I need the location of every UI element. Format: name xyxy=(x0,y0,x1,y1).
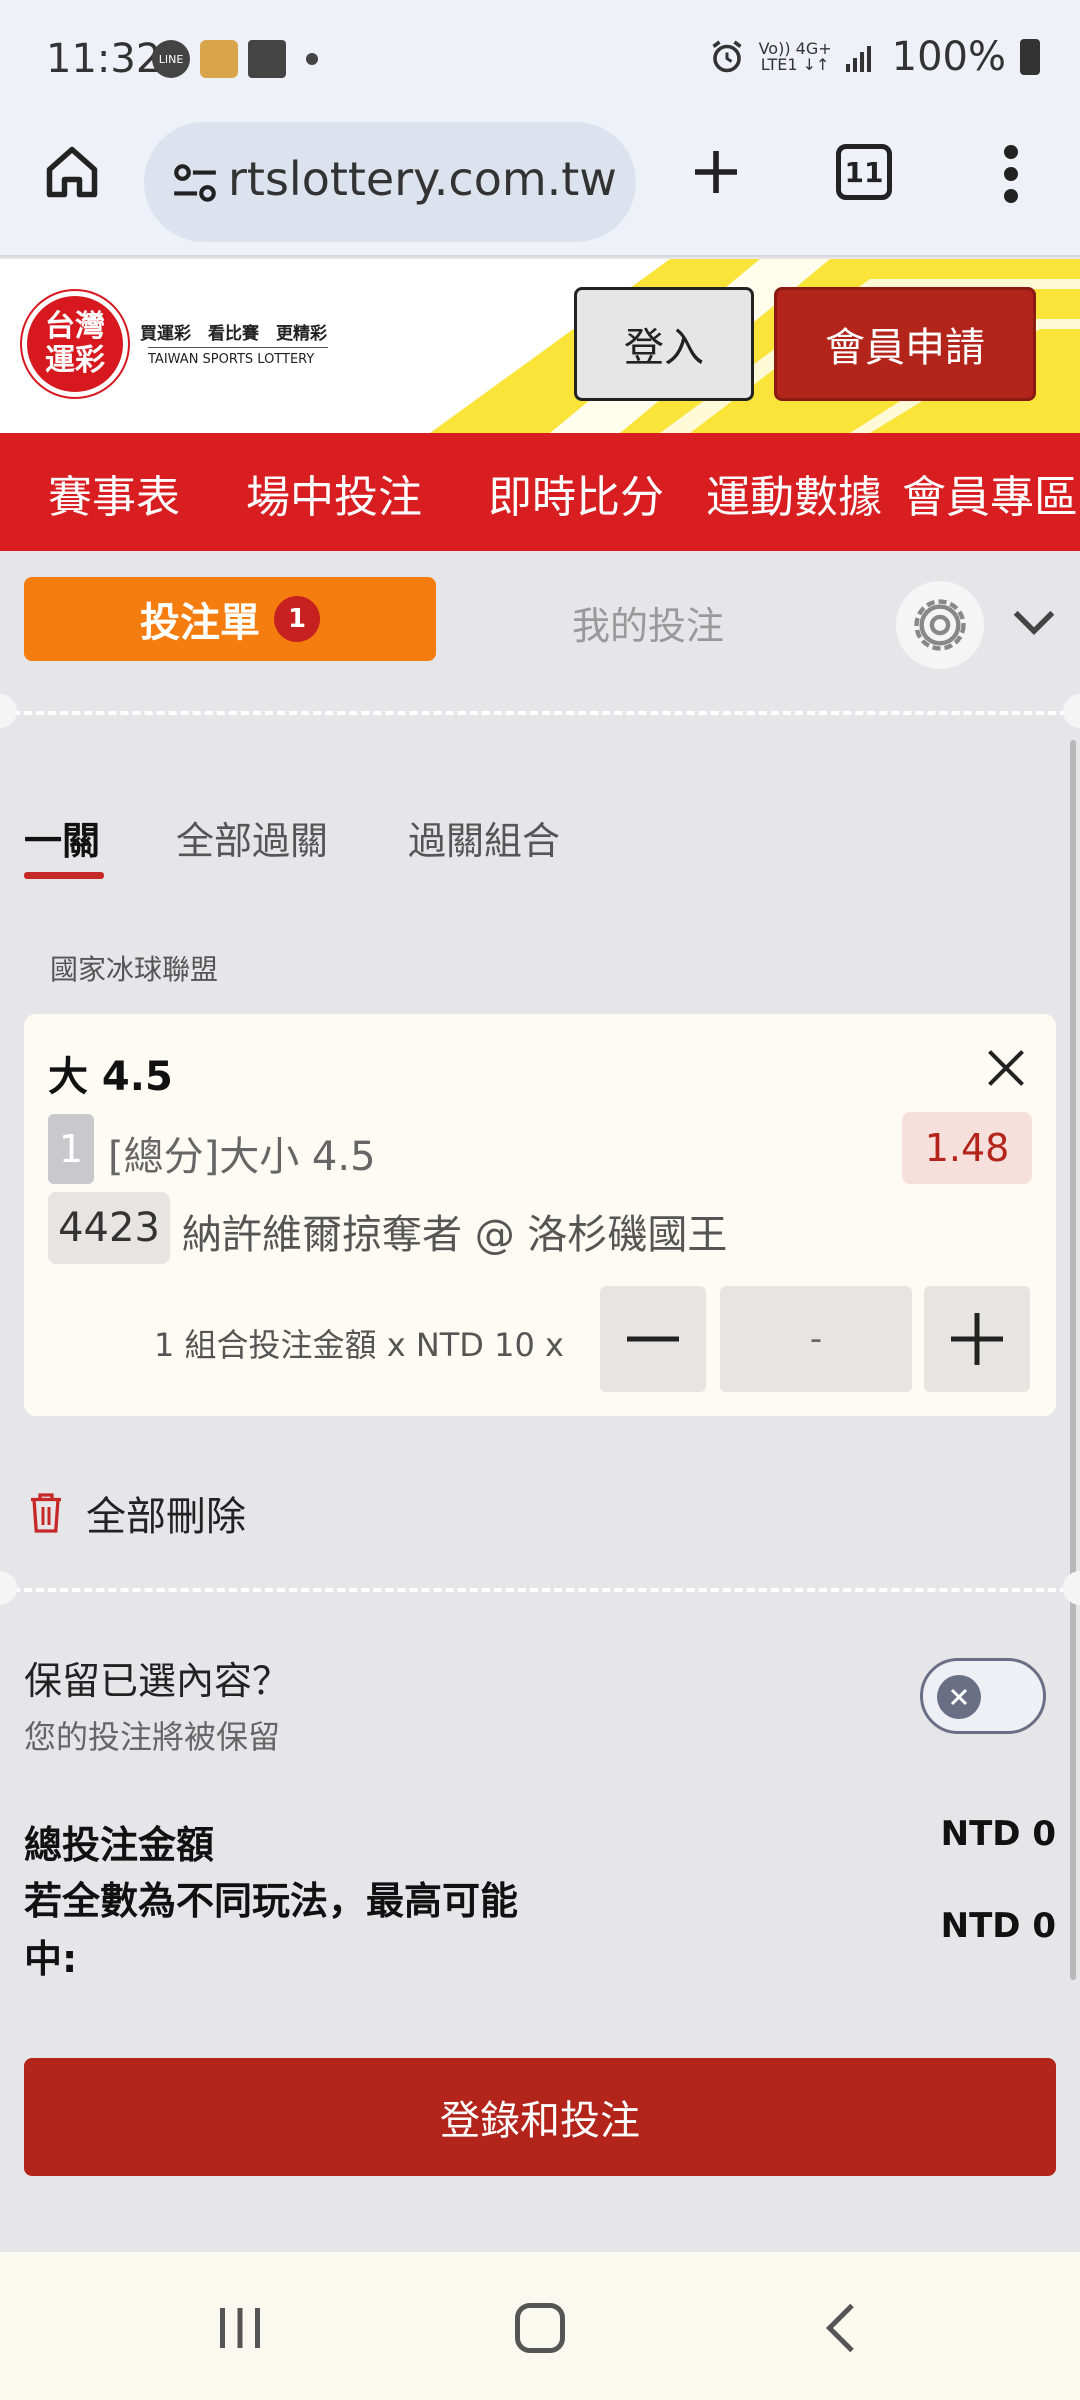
tab-single[interactable]: 一關 xyxy=(24,810,100,865)
tab-betslip[interactable]: 投注單 1 xyxy=(24,577,436,661)
home-icon[interactable] xyxy=(42,142,102,202)
logo-mark[interactable]: 台灣 運彩 xyxy=(22,291,128,397)
home-nav-icon[interactable] xyxy=(510,2298,570,2358)
system-icons: Vo)) 4G+ LTE1 ↓↑ 100% xyxy=(709,34,1040,80)
network-label: Vo)) 4G+ LTE1 ↓↑ xyxy=(758,39,832,74)
notification-icons: LINE xyxy=(152,40,318,78)
max-win-label: 若全數為不同玩法，最高可能中: xyxy=(24,1879,519,1981)
tab-parlay-combo[interactable]: 過關組合 xyxy=(408,810,560,865)
divider xyxy=(0,711,1080,715)
system-nav-bar xyxy=(0,2252,1080,2400)
url-text: rtslottery.com.tw xyxy=(228,152,617,206)
league-name: 國家冰球聯盟 xyxy=(50,953,219,986)
match-name: 納許維爾掠奪者 @ 洛杉磯國王 xyxy=(182,1212,728,1258)
address-bar[interactable]: rtslottery.com.tw xyxy=(144,122,636,242)
nav-item-schedule[interactable]: 賽事表 xyxy=(48,461,180,525)
ticket-notch xyxy=(1063,1571,1080,1605)
signup-button[interactable]: 會員申請 xyxy=(774,287,1036,401)
nav-item-live-betting[interactable]: 場中投注 xyxy=(246,461,422,525)
bet-index-badge: 1 xyxy=(48,1114,94,1184)
site-header: 台灣 運彩 買運彩 看比賽 更精彩 TAIWAN SPORTS LOTTERY … xyxy=(0,259,1080,433)
nav-item-live-scores[interactable]: 即時比分 xyxy=(488,461,664,525)
tab-all-parlay[interactable]: 全部過關 xyxy=(176,810,328,865)
plus-icon xyxy=(951,1313,1003,1365)
logo-tagline: 買運彩 看比賽 更精彩 xyxy=(140,324,327,344)
battery-icon xyxy=(1020,39,1040,75)
main-nav: 賽事表 場中投注 即時比分 運動數據 會員專區 xyxy=(0,433,1080,551)
bet-card: 大 4.5 1 [總分]大小 4.5 1.48 4423 納許維爾掠奪者 @ 洛… xyxy=(24,1014,1056,1416)
toggle-knob xyxy=(937,1675,981,1719)
decrease-button[interactable] xyxy=(600,1286,706,1392)
delete-all-button[interactable]: 全部刪除 xyxy=(28,1484,246,1542)
retain-subtitle: 您的投注將被保留 xyxy=(24,1718,281,1756)
active-tab-indicator xyxy=(24,872,104,879)
minus-icon xyxy=(627,1336,679,1342)
stake-label: 1 組合投注金額 x NTD 10 x xyxy=(154,1326,564,1364)
alarm-icon xyxy=(712,40,742,73)
betslip-count-badge: 1 xyxy=(274,596,320,642)
status-bar: 11:32 LINE Vo)) 4G+ LTE1 ↓↑ 100% xyxy=(0,0,1080,122)
bet-market: [總分]大小 4.5 xyxy=(108,1134,376,1180)
gallery-icon xyxy=(248,40,286,78)
retain-toggle[interactable] xyxy=(920,1658,1046,1734)
login-button[interactable]: 登入 xyxy=(574,287,754,401)
total-stake-value: NTD 0 xyxy=(940,1814,1056,1854)
scrollbar[interactable] xyxy=(1070,740,1076,1980)
increase-button[interactable] xyxy=(924,1286,1030,1392)
browser-toolbar: rtslottery.com.tw 11 xyxy=(0,122,1080,257)
recent-apps-icon[interactable] xyxy=(210,2298,270,2358)
tab-my-bets[interactable]: 我的投注 xyxy=(572,595,724,650)
retain-title: 保留已選內容？ xyxy=(24,1659,291,1703)
stake-amount-input[interactable]: - xyxy=(720,1286,912,1392)
back-icon[interactable] xyxy=(812,2298,872,2358)
divider xyxy=(0,1588,1080,1592)
close-icon[interactable] xyxy=(984,1046,1028,1090)
more-menu-icon[interactable] xyxy=(996,144,1026,204)
trash-icon xyxy=(31,1493,61,1533)
site-settings-icon[interactable] xyxy=(170,158,220,208)
more-notifications-dot xyxy=(306,53,318,65)
betslip-header: 投注單 1 我的投注 xyxy=(0,551,1080,711)
battery-percent: 100% xyxy=(891,34,1006,80)
max-win-value: NTD 0 xyxy=(940,1906,1056,1946)
signal-icon xyxy=(845,46,871,72)
new-tab-icon[interactable] xyxy=(688,144,744,200)
match-code: 4423 xyxy=(48,1192,170,1264)
total-stake-label: 總投注金額 xyxy=(24,1823,215,1867)
close-icon xyxy=(950,1688,968,1706)
logo-subtitle: TAIWAN SPORTS LOTTERY xyxy=(148,347,328,367)
avatar-notification-icon xyxy=(200,40,238,78)
chevron-down-icon[interactable] xyxy=(1012,607,1056,637)
ticket-notch xyxy=(0,1571,17,1605)
bet-pick: 大 4.5 xyxy=(48,1054,173,1100)
clock: 11:32 xyxy=(46,36,162,82)
settings-button[interactable] xyxy=(896,581,984,669)
line-app-icon: LINE xyxy=(152,40,190,78)
gear-icon xyxy=(914,599,966,651)
tab-switcher-button[interactable]: 11 xyxy=(836,144,892,200)
nav-item-sports-data[interactable]: 運動數據 xyxy=(706,461,882,525)
nav-item-member-zone[interactable]: 會員專區 xyxy=(902,461,1078,525)
odds-badge: 1.48 xyxy=(902,1112,1032,1184)
login-and-bet-button[interactable]: 登錄和投注 xyxy=(24,2058,1056,2176)
